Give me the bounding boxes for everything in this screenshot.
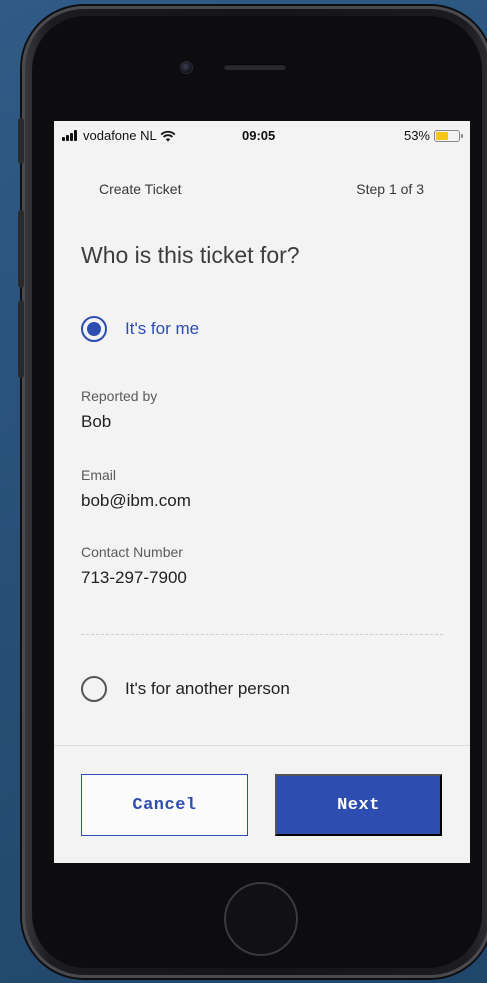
option-label: It's for another person [125, 679, 290, 698]
option-for-me[interactable]: It's for me [81, 316, 199, 342]
page-title: Create Ticket [99, 181, 182, 197]
battery-group: 53% [403, 128, 463, 143]
page-header: Create Ticket Step 1 of 3 [54, 181, 470, 201]
field-value: Bob [81, 412, 112, 431]
option-label: It's for me [125, 319, 200, 338]
field-label: Email [81, 467, 117, 483]
option-for-another-person[interactable]: It's for another person [81, 676, 290, 702]
contact-number-field: Contact Number 713-297-7900 [81, 544, 187, 588]
status-time: 09:05 [242, 128, 276, 143]
cancel-button[interactable]: Cancel [81, 774, 248, 836]
radio-selected-icon[interactable] [81, 316, 107, 342]
step-indicator: Step 1 of 3 [356, 181, 424, 197]
radio-unselected-icon[interactable] [81, 676, 107, 702]
status-bar: vodafone NL 09:05 53% [54, 121, 470, 151]
field-label: Contact Number [81, 544, 183, 560]
field-label: Reported by [81, 388, 158, 404]
battery-level [436, 131, 448, 140]
volume-down-button [18, 300, 24, 378]
battery-icon [434, 129, 463, 142]
field-value: 713-297-7900 [81, 568, 187, 587]
signal-strength-icon [62, 130, 77, 141]
front-camera [181, 62, 192, 73]
email-field: Email bob@ibm.com [81, 467, 191, 511]
reported-by-field: Reported by Bob [81, 388, 157, 432]
question-heading: Who is this ticket for? [81, 242, 300, 268]
app-screen: vodafone NL 09:05 53% Create Ticket Step… [54, 121, 470, 863]
carrier-group: vodafone NL [62, 128, 176, 143]
carrier-name: vodafone NL [83, 128, 157, 143]
earpiece-speaker [224, 64, 286, 70]
next-button[interactable]: Next [275, 774, 442, 836]
home-button[interactable] [224, 882, 298, 956]
battery-percent: 53% [403, 128, 430, 143]
volume-up-button [18, 210, 24, 288]
field-value: bob@ibm.com [81, 491, 191, 510]
footer-divider [54, 745, 470, 746]
mute-switch [18, 118, 24, 164]
section-divider [81, 634, 443, 635]
wifi-icon [160, 130, 176, 141]
